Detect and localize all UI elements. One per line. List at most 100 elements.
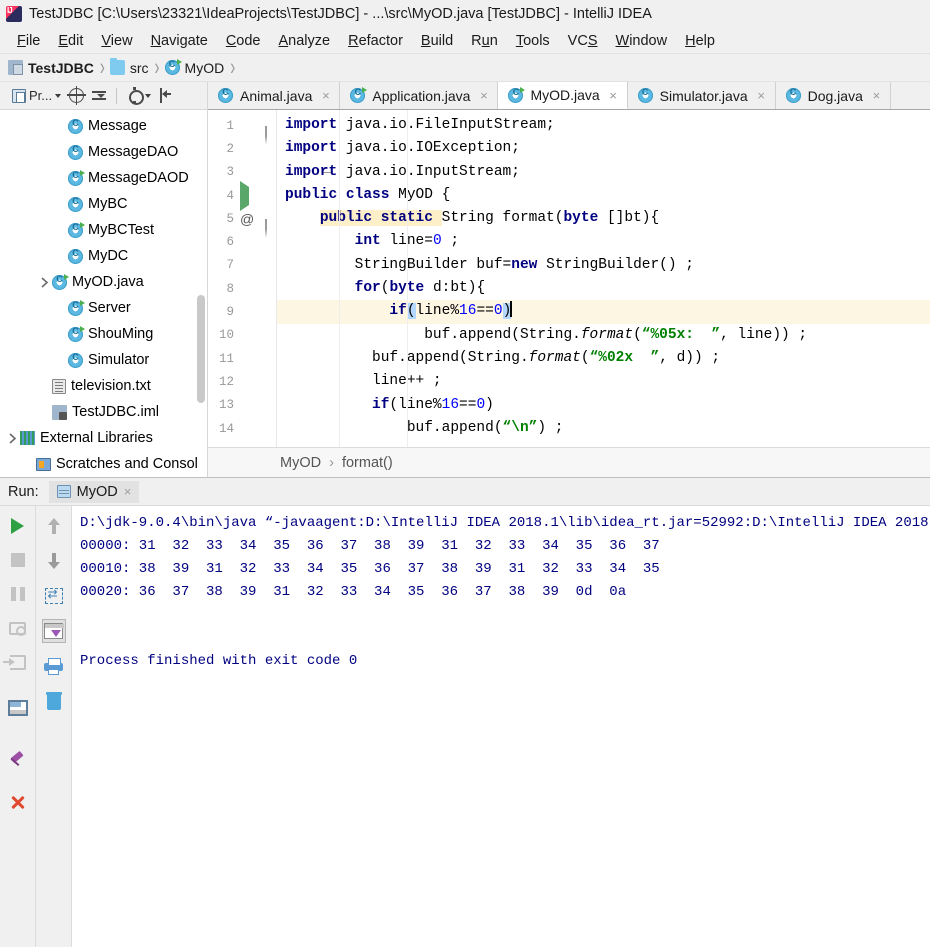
hide-tool-window-button[interactable] bbox=[155, 87, 176, 104]
tree-item-mydc[interactable]: MyDC bbox=[0, 243, 207, 269]
close-icon[interactable]: × bbox=[608, 88, 619, 103]
breadcrumb-item-myod[interactable]: MyOD bbox=[164, 59, 224, 76]
code-line-6[interactable]: int line=0 ; bbox=[277, 230, 930, 253]
breadcrumb-class[interactable]: MyOD bbox=[280, 455, 321, 471]
code-line-13[interactable]: if(line%16==0) bbox=[277, 394, 930, 417]
tree-item-simulator[interactable]: Simulator bbox=[0, 347, 207, 373]
gutter-line-10[interactable]: 10 bbox=[208, 324, 276, 347]
editor-tab-myod-java[interactable]: MyOD.java × bbox=[498, 82, 628, 109]
editor-tab-animal-java[interactable]: Animal.java × bbox=[208, 82, 341, 109]
menu-item-window[interactable]: Window bbox=[607, 31, 677, 51]
menu-item-edit[interactable]: Edit bbox=[49, 31, 92, 51]
menu-item-file[interactable]: File bbox=[8, 31, 49, 51]
tree-item-scratches-and-consol[interactable]: Scratches and Consol bbox=[0, 451, 207, 477]
gutter-line-11[interactable]: 11 bbox=[208, 347, 276, 370]
gutter-line-5[interactable]: 5 @ bbox=[208, 207, 276, 238]
code-line-3[interactable]: import java.io.InputStream; bbox=[277, 161, 930, 184]
clear-all-button[interactable] bbox=[42, 689, 66, 713]
gutter-line-12[interactable]: 12 bbox=[208, 370, 276, 393]
code-line-4[interactable]: public class MyOD { bbox=[277, 184, 930, 207]
editor-gutter[interactable]: 1 2 3 4 5 @6 7 8 9 10 11 12 13 14 bbox=[208, 110, 331, 447]
code-line-11[interactable]: buf.append(String.format(“%02x ”, d)) ; bbox=[277, 347, 930, 370]
gutter-line-14[interactable]: 14 bbox=[208, 417, 276, 440]
code-line-14[interactable]: buf.append(“\n”) ; bbox=[277, 417, 930, 440]
editor-tab-application-java[interactable]: Application.java × bbox=[340, 82, 499, 109]
tree-item-myod-java[interactable]: MyOD.java bbox=[0, 269, 207, 295]
run-tab-myod[interactable]: MyOD × bbox=[48, 480, 140, 503]
menu-item-help[interactable]: Help bbox=[676, 31, 724, 51]
rerun-button[interactable] bbox=[6, 514, 30, 538]
up-stacktrace-button[interactable] bbox=[42, 514, 66, 538]
gutter-line-6[interactable]: 6 bbox=[208, 230, 276, 253]
menu-item-navigate[interactable]: Navigate bbox=[142, 31, 217, 51]
close-icon[interactable]: × bbox=[756, 88, 767, 103]
project-view-selector[interactable]: Pr... bbox=[8, 87, 65, 104]
code-line-10[interactable]: buf.append(String.format(“%05x: ”, line)… bbox=[277, 324, 930, 347]
soft-wrap-button[interactable] bbox=[42, 584, 66, 608]
gutter-line-1[interactable]: 1 bbox=[208, 114, 276, 145]
code-line-12[interactable]: line++ ; bbox=[277, 370, 930, 393]
breadcrumb-item-testjdbc[interactable]: TestJDBC bbox=[8, 60, 94, 76]
menu-item-view[interactable]: View bbox=[92, 31, 141, 51]
menu-item-build[interactable]: Build bbox=[412, 31, 462, 51]
tree-item-messagedao[interactable]: MessageDAO bbox=[0, 139, 207, 165]
tree-item-message[interactable]: Message bbox=[0, 113, 207, 139]
layout-settings-button[interactable] bbox=[6, 696, 30, 720]
menu-item-refactor[interactable]: Refactor bbox=[339, 31, 412, 51]
down-stacktrace-button[interactable] bbox=[42, 549, 66, 573]
project-tree-scrollbar[interactable] bbox=[197, 295, 205, 403]
editor-code-text[interactable]: import java.io.FileInputStream; import ja… bbox=[276, 110, 930, 447]
editor-tab-dog-java[interactable]: Dog.java × bbox=[775, 82, 891, 109]
menu-item-code[interactable]: Code bbox=[217, 31, 270, 51]
chevron-right-icon[interactable] bbox=[4, 432, 20, 444]
menu-item-analyze[interactable]: Analyze bbox=[270, 31, 340, 51]
menu-item-tools[interactable]: Tools bbox=[507, 31, 559, 51]
tree-item-testjdbc-iml[interactable]: TestJDBC.iml bbox=[0, 399, 207, 425]
dump-threads-button[interactable] bbox=[6, 616, 30, 640]
chevron-right-icon[interactable] bbox=[36, 276, 52, 288]
scroll-to-end-button[interactable] bbox=[41, 619, 66, 643]
tree-item-external-libraries[interactable]: External Libraries bbox=[0, 425, 207, 451]
tree-item-television-txt[interactable]: television.txt bbox=[0, 373, 207, 399]
code-line-9[interactable]: if(line%16==0) bbox=[277, 300, 930, 324]
gutter-line-7[interactable]: 7 bbox=[208, 254, 276, 277]
tree-item-shouming[interactable]: ShouMing bbox=[0, 321, 207, 347]
exit-button[interactable] bbox=[2, 650, 30, 674]
code-line-8[interactable]: for(byte d:bt){ bbox=[277, 277, 930, 300]
run-gutter-icon[interactable] bbox=[240, 180, 249, 211]
code-editor[interactable]: 1 2 3 4 5 @6 7 8 9 10 11 12 13 14 import java.io.File… bbox=[208, 110, 930, 447]
tree-item-mybctest[interactable]: MyBCTest bbox=[0, 217, 207, 243]
console-output[interactable]: D:\jdk-9.0.4\bin\java “-javaagent:D:\Int… bbox=[72, 506, 930, 947]
pause-button[interactable] bbox=[6, 582, 30, 606]
stop-button[interactable] bbox=[6, 548, 30, 572]
close-icon[interactable]: × bbox=[478, 88, 489, 103]
gutter-line-2[interactable]: 2 bbox=[208, 137, 276, 160]
code-line-5[interactable]: public static String format(byte []bt){ bbox=[277, 207, 930, 230]
gutter-line-9[interactable]: 9 bbox=[208, 300, 276, 323]
code-line-1[interactable]: import java.io.FileInputStream; bbox=[277, 114, 930, 137]
gutter-line-13[interactable]: 13 bbox=[208, 394, 276, 417]
tree-item-mybc[interactable]: MyBC bbox=[0, 191, 207, 217]
tree-item-messagedaod[interactable]: MessageDAOD bbox=[0, 165, 207, 191]
gutter-line-4[interactable]: 4 bbox=[208, 180, 276, 211]
collapse-all-button[interactable] bbox=[88, 87, 110, 104]
close-icon[interactable]: × bbox=[320, 88, 331, 103]
breadcrumb-method[interactable]: format() bbox=[342, 455, 393, 471]
pin-tab-button[interactable] bbox=[6, 748, 30, 772]
print-button[interactable] bbox=[42, 654, 66, 678]
menu-item-vcs[interactable]: VCS bbox=[559, 31, 607, 51]
code-line-7[interactable]: StringBuilder buf=new StringBuilder() ; bbox=[277, 254, 930, 277]
tree-item-server[interactable]: Server bbox=[0, 295, 207, 321]
close-icon[interactable]: × bbox=[871, 88, 882, 103]
close-button[interactable] bbox=[6, 790, 30, 814]
gutter-line-8[interactable]: 8 bbox=[208, 277, 276, 300]
close-icon[interactable]: × bbox=[124, 484, 132, 499]
project-settings-button[interactable] bbox=[123, 87, 155, 105]
scroll-from-source-button[interactable] bbox=[65, 86, 88, 105]
breadcrumb-item-src[interactable]: src bbox=[109, 58, 149, 76]
annotation-gutter-icon[interactable]: @ bbox=[240, 211, 254, 227]
menu-item-run[interactable]: Run bbox=[462, 31, 507, 51]
editor-tab-simulator-java[interactable]: Simulator.java × bbox=[627, 82, 776, 109]
code-line-2[interactable]: import java.io.IOException; bbox=[277, 137, 930, 160]
project-tree[interactable]: Message MessageDAO MessageDAOD MyBC MyBCTest… bbox=[0, 110, 208, 477]
